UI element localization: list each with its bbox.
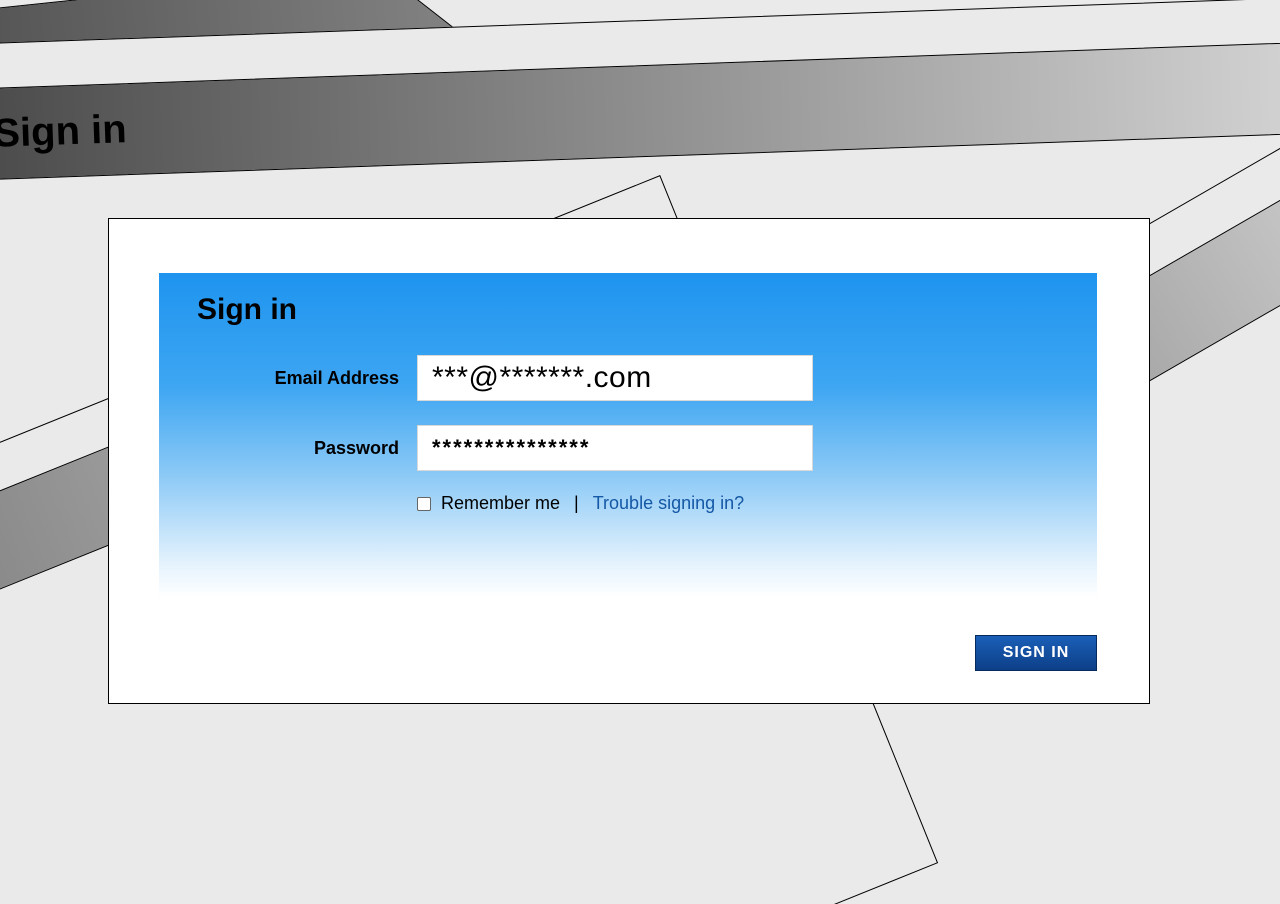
password-row: Password *************** [159, 425, 1097, 471]
signin-card: Sign in Email Address ***@*******.com Pa… [108, 218, 1150, 704]
signin-title: Sign in [197, 293, 297, 327]
remember-me-label: Remember me [441, 493, 560, 514]
email-field[interactable]: ***@*******.com [417, 355, 813, 401]
email-label: Email Address [159, 368, 417, 389]
email-row: Email Address ***@*******.com [159, 355, 1097, 401]
remember-me-checkbox[interactable] [417, 497, 431, 511]
background-card-title: Sign in [0, 107, 127, 157]
trouble-signing-in-link[interactable]: Trouble signing in? [593, 493, 744, 514]
password-field[interactable]: *************** [417, 425, 813, 471]
options-separator: | [574, 493, 579, 514]
signin-panel: Sign in Email Address ***@*******.com Pa… [159, 273, 1097, 598]
background-card-header: Sign in [0, 42, 1280, 181]
options-row: Remember me | Trouble signing in? [417, 493, 744, 514]
signin-button[interactable]: SIGN IN [975, 635, 1097, 671]
password-label: Password [159, 438, 417, 459]
